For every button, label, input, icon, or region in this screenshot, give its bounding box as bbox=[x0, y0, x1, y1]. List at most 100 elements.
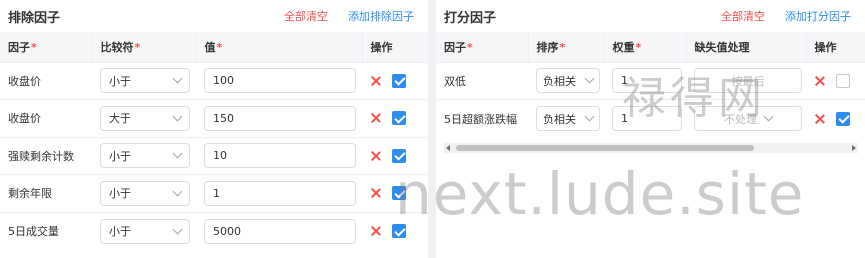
value-cell: 150 bbox=[196, 99, 362, 137]
sort-select[interactable]: 负相关 bbox=[536, 68, 600, 94]
col-header-weight: 权重* bbox=[604, 32, 687, 62]
comparator-select-value: 大于 bbox=[109, 112, 131, 126]
comparator-cell: 大于 bbox=[92, 99, 196, 137]
enable-checkbox[interactable] bbox=[392, 148, 406, 163]
weight-input[interactable]: 1 bbox=[612, 68, 682, 94]
table-row: 收盘价 大于 150 bbox=[0, 99, 428, 137]
add-score-factor-button[interactable]: 添加打分因子 bbox=[785, 8, 851, 24]
chevron-down-icon bbox=[584, 111, 595, 122]
sort-cell: 负相关 bbox=[528, 61, 604, 100]
delete-icon[interactable] bbox=[370, 187, 382, 199]
enable-checkbox[interactable] bbox=[836, 73, 850, 88]
col-header-ops: 操作 bbox=[806, 32, 865, 62]
comparator-select[interactable]: 小于 bbox=[100, 68, 190, 94]
weight-cell: 1 bbox=[604, 61, 686, 100]
add-exclude-factor-button[interactable]: 添加排除因子 bbox=[348, 8, 414, 24]
comparator-cell: 小于 bbox=[92, 174, 196, 212]
table-row: 5日超额涨跌幅 负相关 1 不处理 bbox=[436, 99, 865, 137]
comparator-select[interactable]: 小于 bbox=[100, 180, 190, 206]
comparator-select[interactable]: 小于 bbox=[100, 218, 190, 244]
delete-icon[interactable] bbox=[370, 225, 382, 237]
horizontal-scrollbar[interactable] bbox=[444, 143, 858, 153]
ops-cell bbox=[362, 211, 428, 250]
value-cell: 1 bbox=[196, 174, 362, 212]
comparator-cell: 小于 bbox=[92, 61, 196, 100]
ops-cell bbox=[362, 174, 428, 212]
col-header-factor-label: 因子 bbox=[8, 40, 30, 54]
value-input[interactable]: 100 bbox=[204, 68, 356, 94]
enable-checkbox[interactable] bbox=[392, 73, 406, 88]
col-header-sort-label: 排序 bbox=[536, 40, 559, 54]
app-root: 排除因子 全部清空 添加排除因子 因子* 比较符* 值* 操作 收盘价 小于 1… bbox=[0, 0, 865, 258]
weight-cell: 1 bbox=[604, 99, 686, 137]
enable-checkbox[interactable] bbox=[392, 111, 406, 126]
delete-icon[interactable] bbox=[814, 113, 826, 125]
exclude-panel-actions: 全部清空 添加排除因子 bbox=[284, 8, 414, 24]
scroll-left-arrow-icon[interactable] bbox=[446, 145, 450, 151]
col-header-value-label: 值 bbox=[204, 40, 216, 54]
enable-checkbox[interactable] bbox=[392, 186, 406, 201]
chevron-down-icon bbox=[172, 224, 183, 234]
chevron-down-icon bbox=[172, 111, 183, 122]
chevron-down-icon bbox=[763, 111, 774, 122]
exclude-factor-table: 因子* 比较符* 值* 操作 收盘价 小于 100 收盘价 大于 150 强赎剩… bbox=[0, 32, 428, 250]
chevron-down-icon bbox=[584, 73, 595, 84]
col-header-comparator: 比较符* bbox=[92, 32, 197, 62]
score-table-scroll-area[interactable]: 因子* 排序* 权重* 缺失值处理 操作 双低 负相关 1 按最后 5日超额涨跌… bbox=[436, 32, 865, 152]
missing-select-value: 按最后 bbox=[731, 74, 765, 88]
chevron-down-icon bbox=[172, 148, 183, 159]
comparator-select[interactable]: 小于 bbox=[100, 143, 190, 169]
sort-select-value: 负相关 bbox=[543, 112, 576, 126]
weight-input-text: 1 bbox=[621, 74, 628, 88]
factor-cell: 剩余年限 bbox=[0, 174, 92, 212]
score-clear-all-button[interactable]: 全部清空 bbox=[721, 8, 765, 24]
missing-cell: 按最后 bbox=[686, 61, 806, 100]
missing-value-select[interactable]: 按最后 bbox=[694, 68, 802, 94]
sort-select[interactable]: 负相关 bbox=[536, 106, 600, 131]
comparator-select-value: 小于 bbox=[109, 74, 131, 88]
value-input[interactable]: 5000 bbox=[204, 218, 356, 244]
col-header-missing: 缺失值处理 bbox=[686, 32, 807, 62]
delete-icon[interactable] bbox=[370, 150, 382, 162]
table-row: 双低 负相关 1 按最后 bbox=[436, 61, 865, 100]
value-input-text: 100 bbox=[213, 74, 234, 88]
value-cell: 10 bbox=[196, 136, 362, 175]
comparator-cell: 小于 bbox=[92, 136, 196, 175]
sort-cell: 负相关 bbox=[528, 99, 604, 137]
value-input-text: 10 bbox=[213, 149, 227, 163]
exclude-clear-all-button[interactable]: 全部清空 bbox=[284, 8, 328, 24]
required-mark: * bbox=[216, 40, 223, 54]
exclude-factor-panel: 排除因子 全部清空 添加排除因子 因子* 比较符* 值* 操作 收盘价 小于 1… bbox=[0, 0, 428, 258]
value-input[interactable]: 1 bbox=[204, 180, 356, 206]
col-header-factor-label: 因子 bbox=[444, 40, 466, 54]
score-panel-header: 打分因子 全部清空 添加打分因子 bbox=[436, 0, 865, 32]
required-mark: * bbox=[467, 40, 473, 54]
enable-checkbox[interactable] bbox=[392, 224, 406, 238]
ops-cell bbox=[806, 99, 865, 137]
comparator-select[interactable]: 大于 bbox=[100, 105, 190, 131]
required-mark: * bbox=[635, 40, 642, 54]
comparator-select-value: 小于 bbox=[109, 149, 131, 163]
factor-cell: 收盘价 bbox=[0, 99, 92, 137]
ops-cell bbox=[362, 61, 428, 100]
col-header-value: 值* bbox=[196, 32, 363, 62]
required-mark: * bbox=[134, 40, 141, 54]
value-input[interactable]: 10 bbox=[204, 143, 356, 169]
scroll-right-arrow-icon[interactable] bbox=[852, 145, 856, 151]
value-input[interactable]: 150 bbox=[204, 105, 356, 131]
table-row: 剩余年限 小于 1 bbox=[0, 174, 428, 212]
delete-icon[interactable] bbox=[370, 75, 382, 87]
scrollbar-thumb[interactable] bbox=[456, 145, 754, 151]
col-header-factor: 因子* bbox=[436, 32, 529, 62]
enable-checkbox[interactable] bbox=[836, 111, 850, 126]
weight-input[interactable]: 1 bbox=[612, 106, 682, 131]
delete-icon[interactable] bbox=[370, 112, 382, 124]
weight-input-text: 1 bbox=[621, 112, 628, 125]
chevron-down-icon bbox=[172, 186, 183, 197]
delete-icon[interactable] bbox=[814, 75, 826, 87]
table-header-row: 因子* 比较符* 值* 操作 bbox=[0, 32, 428, 62]
score-factor-table: 因子* 排序* 权重* 缺失值处理 操作 双低 负相关 1 按最后 5日超额涨跌… bbox=[436, 32, 865, 137]
missing-value-select[interactable]: 不处理 bbox=[694, 106, 802, 131]
factor-cell: 收盘价 bbox=[0, 61, 92, 100]
score-panel-title: 打分因子 bbox=[444, 10, 497, 26]
